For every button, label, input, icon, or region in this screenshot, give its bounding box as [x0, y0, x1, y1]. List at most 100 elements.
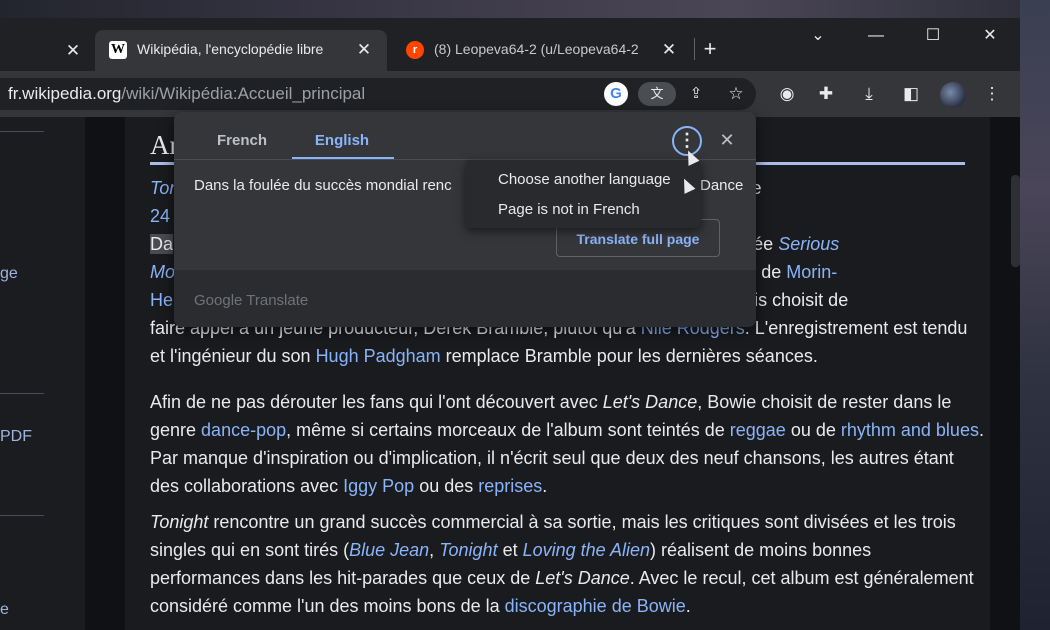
article-text-span: . Avec le recul, cet album est généralem… — [629, 568, 974, 588]
article-link[interactable]: rhythm and blues — [841, 420, 979, 440]
preview-text: Dans la foulée du succès mondial renc — [194, 177, 452, 194]
article-text-span: et — [497, 540, 523, 560]
browser-toolbar: fr.wikipedia.org/wiki/Wikipédia:Accueil_… — [0, 71, 1020, 117]
menu-item-not-french[interactable]: Page is not in French — [498, 201, 640, 218]
article-text-span: ou des — [414, 476, 479, 496]
tab-reddit[interactable]: r (8) Leopeva64-2 (u/Leopeva64-2 ✕ — [392, 30, 692, 71]
article-text-span: rencontre un grand succès commercial à s… — [208, 512, 956, 532]
article-text-span: Afin de ne pas dérouter les fans qui l'o… — [150, 392, 603, 412]
article-line: considéré comme l'un des moins bons de l… — [150, 596, 691, 617]
article-link[interactable]: reprises — [478, 476, 542, 496]
article-line: et l'ingénieur du son Hugh Padgham rempl… — [150, 346, 818, 367]
article-line: 24 — [150, 206, 170, 227]
options-menu: Choose another language Page is not in F… — [466, 160, 701, 228]
article-text-span: de — [756, 262, 787, 282]
page-gutter — [85, 117, 125, 630]
tab-source-language[interactable]: French — [192, 132, 292, 154]
article-text-span: ) réalisent de moins bonnes — [650, 540, 872, 560]
article-italic-text: Let's Dance — [535, 568, 630, 588]
profile-avatar[interactable] — [940, 82, 966, 108]
article-text-span: des collaborations avec — [150, 476, 344, 496]
scrollbar-thumb[interactable] — [1011, 175, 1020, 267]
article-text-span: . L'enregistrement est tendu — [744, 318, 968, 338]
window-close-button[interactable]: ✕ — [975, 24, 1005, 48]
article-link[interactable]: Mo — [150, 262, 175, 282]
tab-wikipedia[interactable]: W Wikipédia, l'encyclopédie libre ✕ — [95, 30, 387, 71]
article-link[interactable]: discographie de Bowie — [505, 596, 686, 616]
article-text-span: ou de — [785, 420, 841, 440]
sidebar-divider — [0, 393, 44, 394]
sidebar-link[interactable]: e — [0, 601, 9, 619]
tab-search-icon[interactable]: ⌄ — [803, 24, 833, 48]
eye-extension-icon[interactable]: ◉ — [775, 82, 799, 106]
article-link[interactable]: Iggy Pop — [343, 476, 414, 496]
sidebar-link[interactable]: PDF — [0, 428, 32, 446]
article-text-span: Par manque d'inspiration ou d'implicatio… — [150, 448, 954, 468]
article-line: Afin de ne pas dérouter les fans qui l'o… — [150, 392, 951, 413]
article-link[interactable]: Blue Jean — [349, 540, 429, 560]
tab-target-language[interactable]: English — [292, 132, 392, 154]
tab-close-icon[interactable]: ✕ — [353, 39, 375, 61]
close-icon[interactable]: ✕ — [715, 128, 739, 152]
article-text-span: singles qui en sont tirés ( — [150, 540, 350, 560]
tab-separator — [694, 38, 695, 60]
reddit-favicon-icon: r — [406, 41, 424, 59]
bookmark-star-icon[interactable]: ☆ — [724, 82, 748, 106]
highlighted-text: Da — [150, 234, 174, 254]
sidebar-divider — [0, 131, 44, 132]
article-link[interactable]: reggae — [730, 420, 786, 440]
article-link[interactable]: Morin- — [786, 262, 837, 282]
article-text-span: . — [978, 420, 984, 440]
extensions-icon[interactable]: ✚ — [814, 82, 838, 106]
article-link[interactable]: Loving the Alien — [523, 540, 650, 560]
maximize-button[interactable]: ☐ — [918, 24, 948, 48]
article-link[interactable]: 24 — [150, 206, 170, 226]
url-text[interactable]: fr.wikipedia.org/wiki/Wikipédia:Accueil_… — [8, 84, 365, 104]
bubble-footer: Google Translate — [174, 270, 756, 327]
article-link[interactable]: Tonight — [439, 540, 497, 560]
sidebar-link[interactable]: ge — [0, 265, 18, 283]
wikipedia-favicon-icon: W — [109, 41, 127, 59]
article-text-span: , Bowie choisit de rester dans le — [697, 392, 952, 412]
google-translate-brand: Google Translate — [194, 292, 309, 309]
article-link[interactable]: He — [150, 290, 173, 310]
previous-tab-close-icon[interactable]: ✕ — [62, 40, 84, 62]
minimize-button[interactable]: — — [861, 24, 891, 48]
article-text-span: genre — [150, 420, 202, 440]
chrome-menu-icon[interactable]: ⋮ — [980, 82, 1004, 106]
new-tab-button[interactable]: + — [698, 37, 722, 61]
article-line: Tonight rencontre un grand succès commer… — [150, 512, 956, 533]
download-icon[interactable]: ⤓ — [857, 82, 881, 106]
tab-close-icon[interactable]: ✕ — [658, 39, 680, 61]
desktop-wallpaper-side — [1020, 0, 1050, 630]
article-line: genre dance-pop, même si certains morcea… — [150, 420, 984, 441]
wiki-sidebar: ge PDF e — [0, 117, 85, 630]
article-line: des collaborations avec Iggy Pop ou des … — [150, 476, 547, 497]
side-panel-icon[interactable]: ◧ — [899, 82, 923, 106]
article-text-span: et l'ingénieur du son — [150, 346, 316, 366]
menu-item-choose-language[interactable]: Choose another language — [498, 171, 671, 188]
article-line: performances dans les hit-parades que ce… — [150, 568, 974, 589]
desktop-wallpaper — [0, 0, 1050, 18]
article-text-span: performances dans les hit-parades que ce… — [150, 568, 536, 588]
tab-title: Wikipédia, l'encyclopédie libre — [137, 41, 324, 57]
tab-strip: ✕ W Wikipédia, l'encyclopédie libre ✕ r … — [0, 18, 1020, 71]
article-link[interactable]: Serious — [778, 234, 839, 254]
google-lens-icon[interactable]: G — [604, 82, 628, 106]
article-line: Par manque d'inspiration ou d'implicatio… — [150, 448, 954, 469]
article-text-span: . — [542, 476, 548, 496]
article-line: singles qui en sont tirés (Blue Jean, To… — [150, 540, 871, 561]
article-link[interactable]: dance-pop — [201, 420, 286, 440]
article-link[interactable]: Hugh Padgham — [316, 346, 441, 366]
url-host: fr.wikipedia.org — [8, 84, 122, 103]
address-bar[interactable]: fr.wikipedia.org/wiki/Wikipédia:Accueil_… — [0, 78, 756, 110]
article-text-span: remplace Bramble pour les dernières séan… — [440, 346, 818, 366]
tab-title: (8) Leopeva64-2 (u/Leopeva64-2 — [434, 41, 639, 57]
translate-icon[interactable]: 文 — [638, 82, 676, 106]
share-icon[interactable]: ⇪ — [684, 82, 708, 106]
article-text-span: , même si certains morceaux de l'album s… — [286, 420, 730, 440]
article-text-span: , — [429, 540, 440, 560]
article-text-span: considéré comme l'un des moins bons de l… — [150, 596, 505, 616]
preview-text-tail: Dance — [700, 177, 744, 194]
article-italic-text: Tonight — [150, 512, 209, 532]
